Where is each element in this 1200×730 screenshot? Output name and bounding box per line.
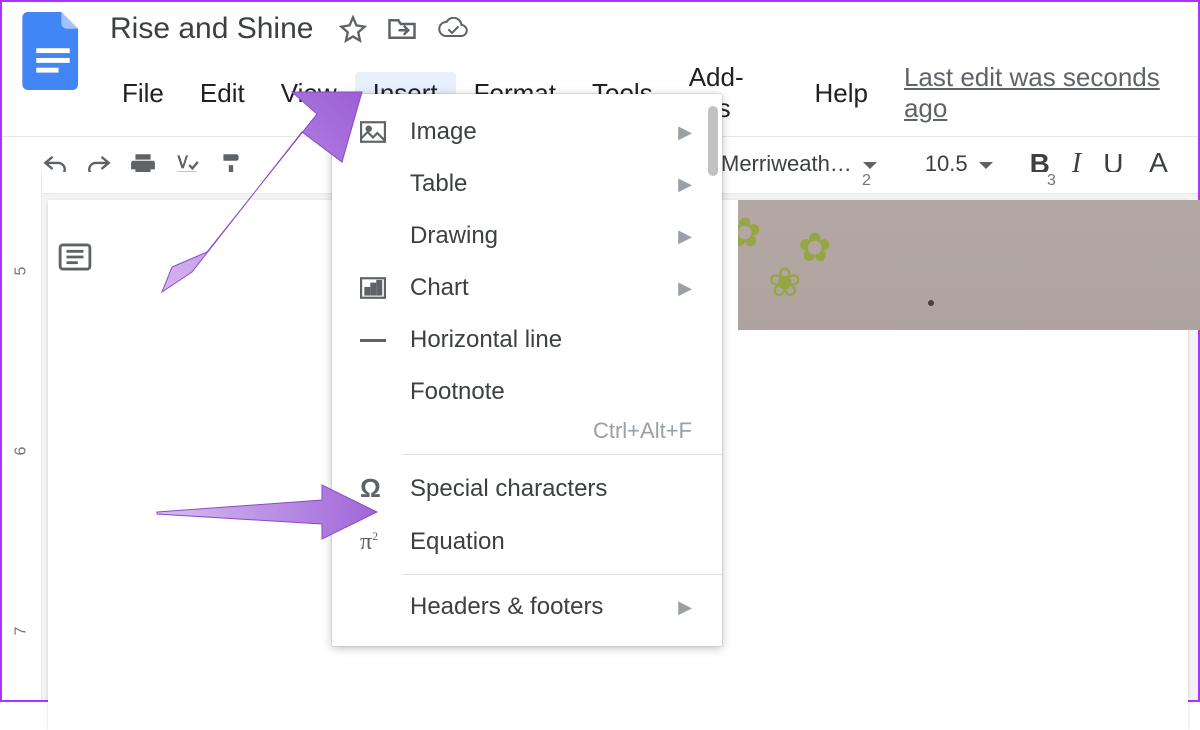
dropdown-label: Special characters (410, 475, 607, 503)
submenu-arrow-icon: ▶ (678, 278, 692, 299)
dropdown-label: Headers & footers (410, 593, 603, 622)
ruler-mark: 3 (1047, 172, 1056, 190)
last-edit-link[interactable]: Last edit was seconds ago (904, 62, 1188, 124)
annotation-arrow (152, 482, 392, 542)
move-to-folder-icon[interactable] (387, 16, 417, 42)
docs-logo-icon[interactable] (22, 12, 84, 90)
annotation-arrow (152, 72, 412, 302)
submenu-arrow-icon: ▶ (678, 122, 692, 143)
dropdown-item-headers-footers[interactable]: Headers & footers ▶ (332, 581, 722, 634)
menu-help[interactable]: Help (796, 72, 885, 115)
dropdown-item-horizontal-line[interactable]: Horizontal line (332, 314, 722, 366)
ruler-mark: 6 (13, 432, 31, 471)
document-title[interactable]: Rise and Shine (104, 10, 319, 48)
dropdown-label: Equation (410, 528, 505, 556)
document-image[interactable]: ✿ ❀ ✿ (738, 200, 1200, 330)
submenu-arrow-icon: ▶ (678, 597, 692, 618)
star-icon[interactable] (339, 15, 367, 43)
ruler-mark: 2 (862, 172, 871, 190)
dropdown-divider (402, 574, 722, 575)
dropdown-divider (402, 454, 722, 455)
dropdown-label: Drawing (410, 222, 498, 250)
dropdown-label: Image (410, 118, 477, 146)
dropdown-label: Footnote (410, 378, 505, 406)
dropdown-label: Table (410, 170, 467, 198)
submenu-arrow-icon: ▶ (678, 226, 692, 247)
horizontal-line-icon (360, 337, 396, 343)
vertical-ruler[interactable]: 5 6 7 (2, 172, 42, 700)
dropdown-shortcut: Ctrl+Alt+F (332, 418, 722, 448)
ruler-mark: 5 (13, 252, 31, 291)
dropdown-label: Chart (410, 274, 469, 302)
dropdown-item-footnote[interactable]: Footnote (332, 366, 722, 418)
document-outline-icon[interactable] (58, 242, 92, 277)
dropdown-label: Horizontal line (410, 326, 562, 354)
cloud-status-icon[interactable] (437, 17, 469, 41)
ruler-mark: 7 (13, 612, 31, 651)
submenu-arrow-icon: ▶ (678, 174, 692, 195)
